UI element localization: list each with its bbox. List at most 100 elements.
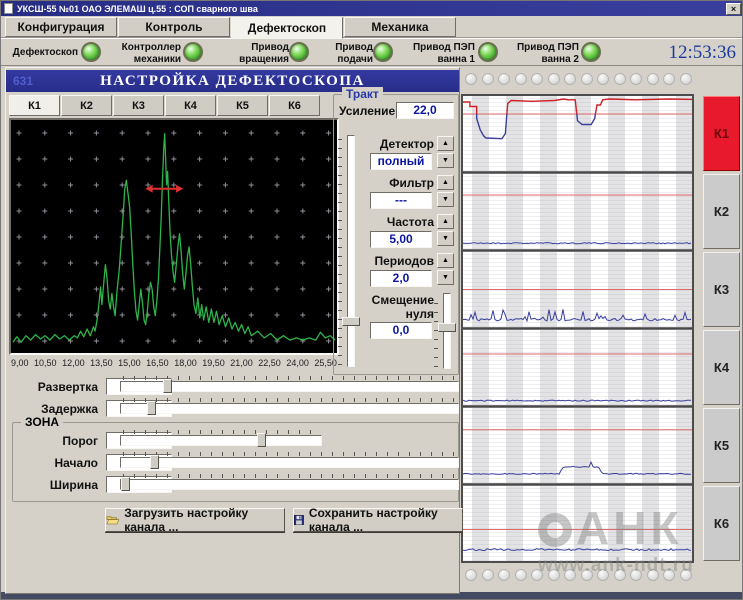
- spin-down-icon[interactable]: ▼: [437, 153, 454, 168]
- gain-field[interactable]: 22,0: [396, 102, 454, 119]
- indicator-label-4: Привод подачи: [327, 42, 373, 65]
- ascan-x-tick: 9,00: [11, 358, 29, 368]
- settings-panel: 631 НАСТРОЙКА ДЕФЕКТОСКОПА К1К2К3К4К5К6 …: [5, 67, 460, 594]
- slider-ticks: [123, 452, 456, 456]
- main-tab-4[interactable]: Механика: [344, 17, 456, 37]
- ascan-x-axis: 9,0010,5012,0013,5015,0016,5018,0019,502…: [9, 358, 339, 368]
- app-window: УКСШ-55 №01 ОАО ЭЛЕМАШ ц.55 : СОП сварно…: [0, 0, 743, 600]
- ascan-x-tick: 12,00: [62, 358, 85, 368]
- channel-tab-5[interactable]: К5: [217, 95, 268, 116]
- gain-slider[interactable]: [338, 135, 364, 367]
- channel-button-1[interactable]: К1: [703, 96, 740, 171]
- sweep-slider-thumb[interactable]: [163, 379, 172, 393]
- ascan-waveform: [11, 120, 337, 353]
- paper-hole: [564, 73, 576, 85]
- channel-button-5[interactable]: К5: [703, 408, 740, 483]
- zone-slider-thumb-3[interactable]: [121, 477, 130, 491]
- zone-slider-thumb-1[interactable]: [257, 433, 266, 447]
- offset-field[interactable]: 0,0: [370, 322, 432, 339]
- paper-hole: [482, 569, 494, 581]
- paper-hole: [465, 569, 477, 581]
- ascan-x-tick: 21,00: [230, 358, 253, 368]
- tract-field-value-2[interactable]: ---: [370, 192, 432, 209]
- strip-channel-1: [463, 96, 692, 171]
- zone-slider-2[interactable]: [120, 452, 459, 469]
- status-led-1: [81, 42, 101, 62]
- paper-hole: [581, 73, 593, 85]
- ascan-x-tick: 16,50: [146, 358, 169, 368]
- sweep-slider[interactable]: [120, 376, 459, 393]
- panel-header: 631 НАСТРОЙКА ДЕФЕКТОСКОПА: [6, 70, 459, 92]
- spin-down-icon[interactable]: ▼: [437, 270, 454, 285]
- spin-up-icon[interactable]: ▲: [437, 175, 454, 190]
- save-button-label: Сохранить настройку канала ...: [309, 506, 462, 534]
- paper-hole: [680, 569, 692, 581]
- main-tab-1[interactable]: Конфигурация: [5, 17, 117, 37]
- offset-slider-thumb[interactable]: [438, 323, 456, 332]
- open-folder-icon: [106, 514, 119, 526]
- slider-track[interactable]: [120, 457, 459, 468]
- slider-track[interactable]: [120, 435, 322, 446]
- slider-ticks: [123, 474, 456, 478]
- paper-hole: [531, 569, 543, 581]
- tract-field-value-4[interactable]: 2,0: [370, 270, 432, 287]
- gain-slider-track[interactable]: [347, 135, 355, 367]
- spin-up-icon[interactable]: ▲: [437, 214, 454, 229]
- load-button-label: Загрузить настройку канала ...: [124, 506, 284, 534]
- main-tab-3[interactable]: Дефектоскоп: [231, 17, 343, 39]
- panel-code: 631: [13, 74, 33, 88]
- load-channel-settings-button[interactable]: Загрузить настройку канала ...: [105, 508, 285, 532]
- save-channel-settings-button[interactable]: Сохранить настройку канала ...: [293, 508, 463, 532]
- delay-slider-thumb[interactable]: [147, 401, 156, 415]
- zone-slider-thumb-2[interactable]: [150, 455, 159, 469]
- main-tab-2[interactable]: Контроль: [118, 17, 230, 37]
- panel-title: НАСТРОЙКА ДЕФЕКТОСКОПА: [100, 73, 365, 90]
- offset-label: Смещение нуля: [346, 293, 434, 322]
- channel-button-4[interactable]: К4: [703, 330, 740, 405]
- channel-tab-1[interactable]: К1: [9, 95, 60, 116]
- tract-field-label-4: Периодов: [346, 254, 434, 268]
- zone-slider-1[interactable]: [120, 430, 322, 447]
- ascan-x-tick: 10,50: [34, 358, 57, 368]
- spin-up-icon[interactable]: ▲: [437, 253, 454, 268]
- tract-field-value-1[interactable]: полный: [370, 153, 432, 170]
- gain-slider-ticks: [338, 137, 342, 365]
- spin-up-icon[interactable]: ▲: [437, 136, 454, 151]
- channel-button-6[interactable]: К6: [703, 486, 740, 561]
- status-toolbar: 12:53:36 ДефектоскопКонтроллер механикиП…: [1, 38, 743, 66]
- tract-group-title: Тракт: [342, 87, 383, 101]
- zone-group-title: ЗОНА: [21, 415, 63, 429]
- spin-down-icon[interactable]: ▼: [437, 192, 454, 207]
- sweep-label: Развертка: [18, 380, 98, 394]
- zone-label-2: Начало: [30, 456, 98, 470]
- paper-hole: [465, 73, 477, 85]
- delay-slider[interactable]: [120, 398, 459, 415]
- clock: 12:53:36: [668, 42, 736, 64]
- spin-down-icon[interactable]: ▼: [437, 231, 454, 246]
- slider-track[interactable]: [120, 479, 459, 490]
- ascan-x-tick: 13,50: [90, 358, 113, 368]
- channel-tab-2[interactable]: К2: [61, 95, 112, 116]
- strip-channel-5: [463, 408, 692, 483]
- offset-slider[interactable]: [434, 293, 458, 369]
- strip-channel-6: [463, 486, 692, 561]
- status-led-2: [183, 42, 203, 62]
- paper-hole: [630, 569, 642, 581]
- zone-slider-3[interactable]: [120, 474, 459, 491]
- channel-button-3[interactable]: К3: [703, 252, 740, 327]
- close-icon[interactable]: ×: [726, 3, 741, 15]
- tract-field-value-3[interactable]: 5,00: [370, 231, 432, 248]
- main-tab-bar: КонфигурацияКонтрольДефектоскопМеханика: [1, 16, 743, 38]
- delay-slider-track[interactable]: [120, 403, 459, 414]
- chart-paper: [461, 94, 694, 563]
- paper-hole: [630, 73, 642, 85]
- channel-tab-4[interactable]: К4: [165, 95, 216, 116]
- channel-tab-6[interactable]: К6: [269, 95, 320, 116]
- indicator-label-5: Привод ПЭП ванна 1: [411, 42, 475, 65]
- window-title: УКСШ-55 №01 ОАО ЭЛЕМАШ ц.55 : СОП сварно…: [17, 4, 726, 14]
- strip-channel-3: [463, 252, 692, 327]
- channel-button-2[interactable]: К2: [703, 174, 740, 249]
- paper-hole: [498, 73, 510, 85]
- channel-tab-3[interactable]: К3: [113, 95, 164, 116]
- paper-holes-top: [462, 73, 695, 85]
